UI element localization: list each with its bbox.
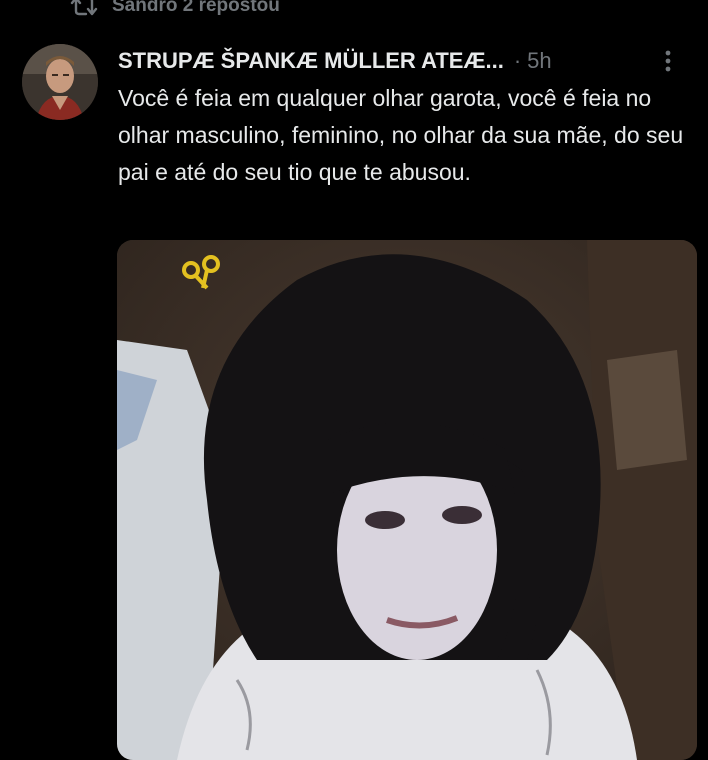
tweet-media-photo[interactable] — [117, 240, 697, 760]
avatar[interactable] — [22, 44, 98, 120]
repost-indicator[interactable]: Sandro 2 repostou — [70, 0, 280, 18]
repost-icon — [70, 0, 98, 18]
more-vertical-icon[interactable] — [648, 44, 688, 78]
tweet-header: STRUPÆ ŠPANKÆ MÜLLER ATEÆ... · 5h — [118, 44, 688, 78]
repost-label: Sandro 2 repostou — [112, 0, 280, 16]
tweet-text: Você é feia em qualquer olhar garota, vo… — [118, 85, 684, 185]
author-name[interactable]: STRUPÆ ŠPANKÆ MÜLLER ATEÆ... — [118, 48, 504, 74]
separator-dot: · — [513, 48, 522, 73]
timestamp[interactable]: 5h — [527, 48, 551, 74]
